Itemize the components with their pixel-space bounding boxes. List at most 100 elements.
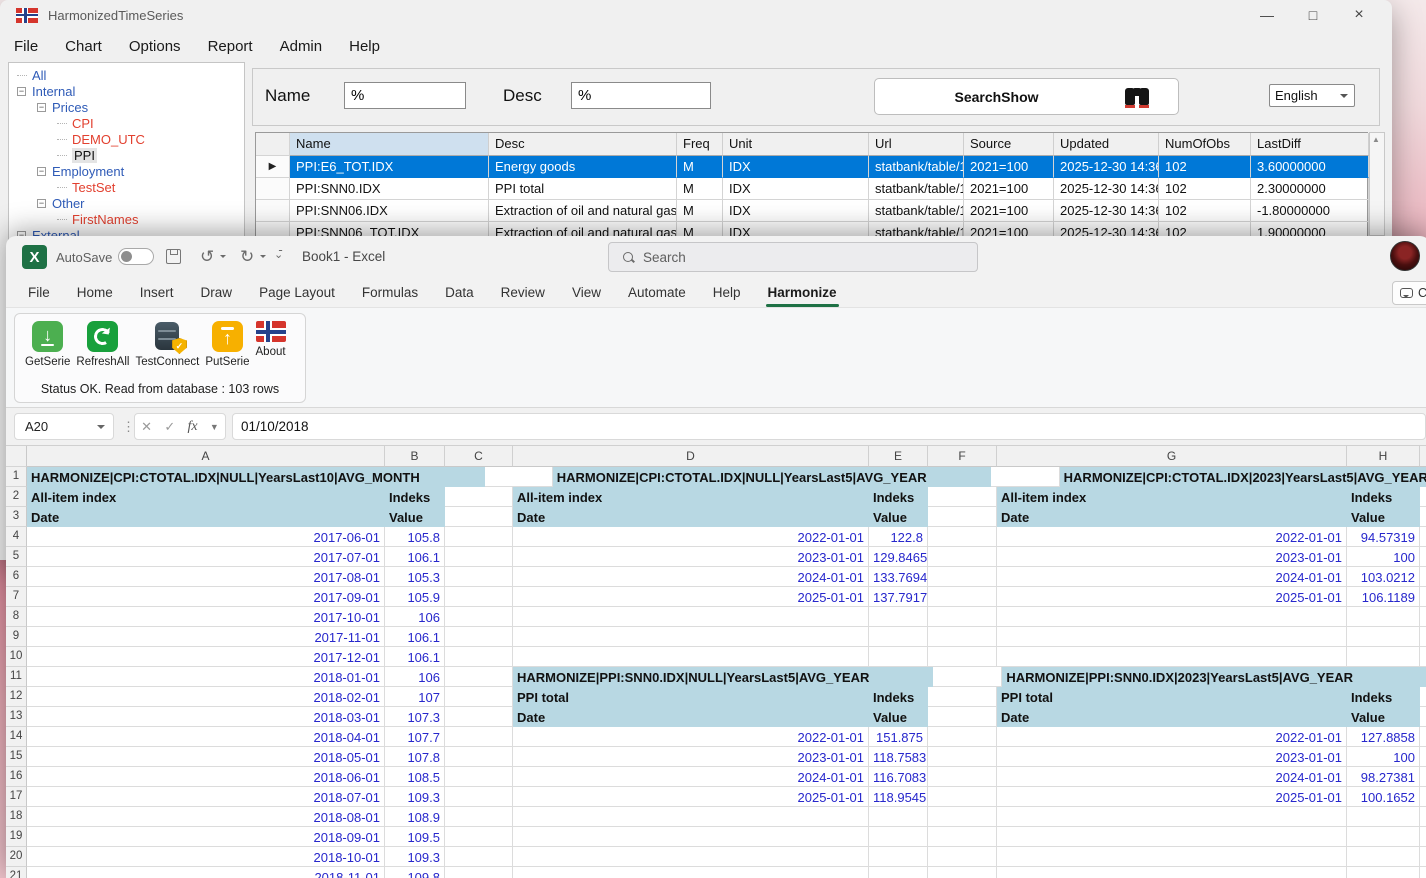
cell-D14[interactable]: 2022-01-01 (513, 727, 869, 747)
cell-A17[interactable]: 2018-07-01 (27, 787, 385, 807)
cell-B2[interactable]: Indeks (385, 487, 445, 507)
column-header-f[interactable]: F (928, 446, 997, 467)
grid-cell[interactable]: Energy goods (489, 156, 677, 178)
cell-A20[interactable]: 2018-10-01 (27, 847, 385, 867)
cell-C12[interactable] (445, 687, 513, 707)
cell-A5[interactable]: 2017-07-01 (27, 547, 385, 567)
cell-H2[interactable]: Indeks (1347, 487, 1420, 507)
cell-G8[interactable] (997, 607, 1347, 627)
cell-D18[interactable] (513, 807, 869, 827)
language-select[interactable]: English (1269, 84, 1355, 107)
select-all-corner[interactable] (6, 446, 27, 467)
cell-C10[interactable] (445, 647, 513, 667)
cell-B5[interactable]: 106.1 (385, 547, 445, 567)
cell-C19[interactable] (445, 827, 513, 847)
cell-G18[interactable] (997, 807, 1347, 827)
cell-filler[interactable] (1420, 507, 1426, 527)
grid-row[interactable]: PPI:SNN0.IDXPPI totalMIDXstatbank/table/… (256, 178, 1367, 200)
cell-G19[interactable] (997, 827, 1347, 847)
cell-H20[interactable] (1347, 847, 1420, 867)
cell-B3[interactable]: Value (385, 507, 445, 527)
cell-filler[interactable] (1420, 847, 1426, 867)
menu-file[interactable]: File (14, 38, 38, 55)
cell-D6[interactable]: 2024-01-01 (513, 567, 869, 587)
row-header-8[interactable]: 8 (6, 607, 27, 627)
refreshall-button[interactable]: RefreshAll (76, 321, 129, 368)
cell-D5[interactable]: 2023-01-01 (513, 547, 869, 567)
cell-E9[interactable] (869, 627, 928, 647)
cell-G1[interactable]: HARMONIZE|CPI:CTOTAL.IDX|2023|YearsLast5… (1060, 467, 1426, 487)
tree-item-demo-utc[interactable]: DEMO_UTC (9, 131, 244, 147)
row-header-11[interactable]: 11 (6, 667, 27, 687)
cell-A19[interactable]: 2018-09-01 (27, 827, 385, 847)
cell-F20[interactable] (928, 847, 997, 867)
cell-D17[interactable]: 2025-01-01 (513, 787, 869, 807)
excel-titlebar[interactable]: X AutoSave ↺ ↻ ⌄̄ Book1 - Excel Search (6, 236, 1426, 278)
collapse-box-icon[interactable]: − (37, 167, 46, 176)
cell-B8[interactable]: 106 (385, 607, 445, 627)
tab-page-layout[interactable]: Page Layout (259, 278, 335, 307)
grid-cell[interactable]: PPI:SNN0.IDX (290, 178, 489, 200)
cell-H4[interactable]: 94.57319 (1347, 527, 1420, 547)
cell-G14[interactable]: 2022-01-01 (997, 727, 1347, 747)
row-header-9[interactable]: 9 (6, 627, 27, 647)
cell-B4[interactable]: 105.8 (385, 527, 445, 547)
column-header-d[interactable]: D (513, 446, 869, 467)
cell-A8[interactable]: 2017-10-01 (27, 607, 385, 627)
row-header-20[interactable]: 20 (6, 847, 27, 867)
cell-H5[interactable]: 100 (1347, 547, 1420, 567)
cell-B18[interactable]: 108.9 (385, 807, 445, 827)
column-header-e[interactable]: E (869, 446, 928, 467)
cell-H14[interactable]: 127.8858 (1347, 727, 1420, 747)
collapse-box-icon[interactable]: − (37, 103, 46, 112)
cell-C1[interactable] (485, 467, 553, 487)
cell-E1[interactable] (932, 467, 991, 487)
cell-E4[interactable]: 122.8 (869, 527, 928, 547)
cell-filler[interactable] (1420, 787, 1426, 807)
cell-C21[interactable] (445, 867, 513, 878)
row-header-5[interactable]: 5 (6, 547, 27, 567)
row-header-19[interactable]: 19 (6, 827, 27, 847)
cell-C14[interactable] (445, 727, 513, 747)
grid-cell[interactable]: IDX (723, 156, 869, 178)
redo-chevron-icon[interactable] (260, 255, 266, 261)
tab-harmonize[interactable]: Harmonize (768, 278, 837, 307)
tab-draw[interactable]: Draw (201, 278, 233, 307)
cell-E3[interactable]: Value (869, 507, 928, 527)
cell-E19[interactable] (869, 827, 928, 847)
cell-G20[interactable] (997, 847, 1347, 867)
cell-E5[interactable]: 129.8465 (869, 547, 928, 567)
cell-filler[interactable] (1420, 827, 1426, 847)
tree-item-employment[interactable]: −Employment (9, 163, 244, 179)
column-header-a[interactable]: A (27, 446, 385, 467)
row-selector[interactable] (256, 200, 290, 222)
cell-filler[interactable] (1420, 727, 1426, 747)
cell-H8[interactable] (1347, 607, 1420, 627)
cell-H19[interactable] (1347, 827, 1420, 847)
cell-C11[interactable] (445, 667, 513, 687)
grid-cell[interactable]: 2021=100 (964, 200, 1054, 222)
cell-H21[interactable] (1347, 867, 1420, 878)
grid-cell[interactable]: IDX (723, 178, 869, 200)
cell-D9[interactable] (513, 627, 869, 647)
cell-B7[interactable]: 105.9 (385, 587, 445, 607)
grid-vertical-scrollbar[interactable]: ▲ (1369, 132, 1385, 236)
cell-B11[interactable]: 106 (385, 667, 445, 687)
grid-column-header-lastdiff[interactable]: LastDiff (1251, 133, 1369, 156)
cell-G15[interactable]: 2023-01-01 (997, 747, 1347, 767)
grid-cell[interactable]: 102 (1159, 178, 1251, 200)
collapse-box-icon[interactable]: − (17, 87, 26, 96)
cell-D2[interactable]: All-item index (513, 487, 869, 507)
cell-E7[interactable]: 137.7917 (869, 587, 928, 607)
cell-D16[interactable]: 2024-01-01 (513, 767, 869, 787)
row-header-13[interactable]: 13 (6, 707, 27, 727)
tab-review[interactable]: Review (501, 278, 545, 307)
menu-report[interactable]: Report (208, 38, 253, 55)
grid-cell[interactable]: statbank/table/1... (869, 156, 964, 178)
cell-H13[interactable]: Value (1347, 707, 1420, 727)
cell-E10[interactable] (869, 647, 928, 667)
collapse-box-icon[interactable]: − (37, 199, 46, 208)
cell-D10[interactable] (513, 647, 869, 667)
cell-D7[interactable]: 2025-01-01 (513, 587, 869, 607)
cell-filler[interactable] (1420, 767, 1426, 787)
